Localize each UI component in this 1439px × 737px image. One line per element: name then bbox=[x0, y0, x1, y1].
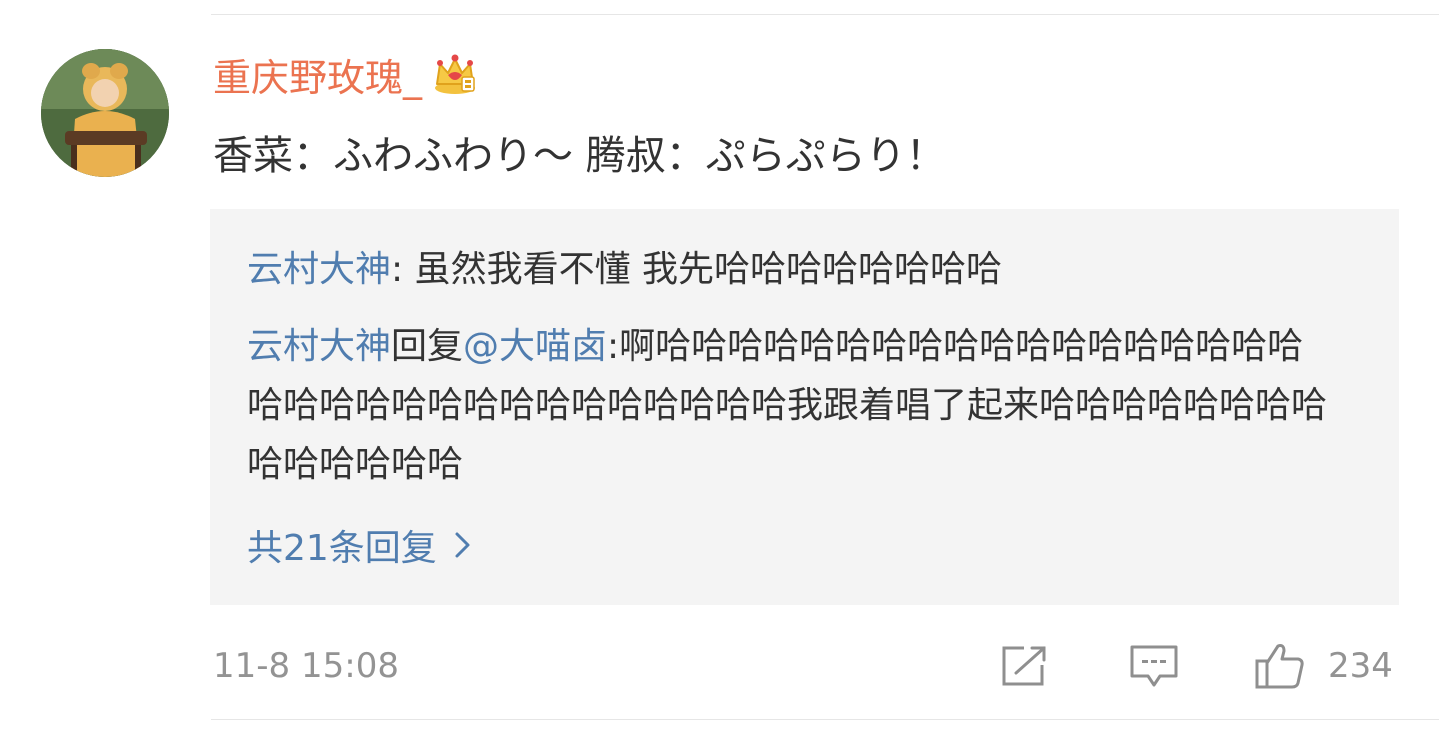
like-count: 234 bbox=[1328, 646, 1393, 686]
reply-item: 云村大神回复@大喵卤:啊哈哈哈哈哈哈哈哈哈哈哈哈哈哈哈哈哈哈哈哈哈哈哈哈哈哈哈哈… bbox=[247, 317, 1332, 494]
like-button[interactable]: 234 bbox=[1254, 640, 1393, 692]
reply-text: 虽然我看不懂 我先哈哈哈哈哈哈哈哈 bbox=[414, 249, 1003, 290]
username[interactable]: 重庆野玫瑰_ bbox=[213, 47, 422, 102]
crown-badge-icon bbox=[435, 54, 476, 94]
avatar-image bbox=[41, 49, 169, 177]
reply-separator: : bbox=[391, 249, 415, 290]
comment-text: 香菜：ふわふわり～ 腾叔：ぷらぷらり！ bbox=[213, 133, 946, 179]
more-replies-link[interactable]: 共21条回复 bbox=[247, 517, 473, 573]
avatar[interactable] bbox=[41, 49, 169, 177]
username-row: 重庆野玫瑰_ bbox=[213, 48, 478, 100]
chevron-right-icon bbox=[455, 532, 470, 558]
reply-word: 回复 bbox=[391, 326, 464, 367]
more-replies-label: 共21条回复 bbox=[247, 528, 437, 569]
top-divider bbox=[211, 14, 1439, 15]
comment-icon bbox=[1130, 645, 1178, 687]
reply-mention[interactable]: @大喵卤 bbox=[463, 326, 607, 367]
reply-author[interactable]: 云村大神 bbox=[247, 326, 391, 367]
bottom-divider bbox=[211, 719, 1439, 720]
reply-item: 云村大神: 虽然我看不懂 我先哈哈哈哈哈哈哈哈 bbox=[247, 240, 1002, 299]
comment-item: 重庆野玫瑰_ 香菜：ふわふわり～ 腾叔：ぷらぷらり！ 云村大神: 虽然我看不懂 … bbox=[0, 0, 1439, 737]
reply-preview-box[interactable]: 云村大神: 虽然我看不懂 我先哈哈哈哈哈哈哈哈 云村大神回复@大喵卤:啊哈哈哈哈… bbox=[210, 209, 1399, 605]
comment-button[interactable] bbox=[1129, 640, 1179, 692]
share-icon bbox=[1002, 646, 1046, 686]
thumbs-up-icon bbox=[1255, 644, 1304, 689]
share-button[interactable] bbox=[1000, 640, 1048, 692]
reply-author[interactable]: 云村大神 bbox=[247, 249, 391, 290]
timestamp: 11-8 15:08 bbox=[213, 646, 399, 686]
